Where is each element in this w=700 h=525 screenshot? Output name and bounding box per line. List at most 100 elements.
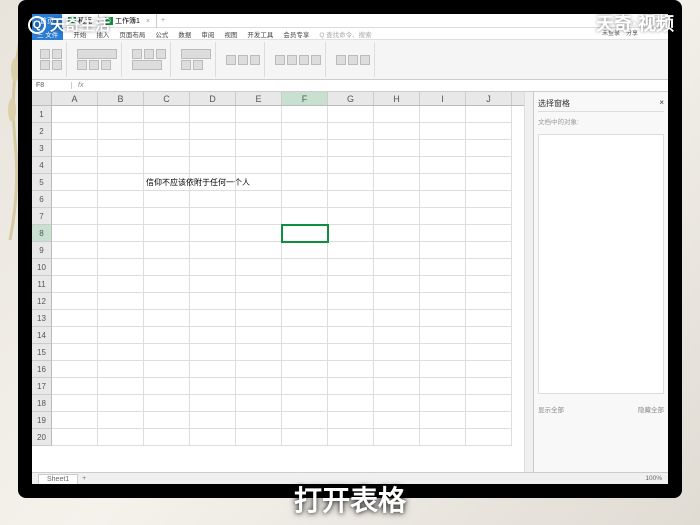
cell-E2[interactable] bbox=[236, 123, 282, 140]
cell-A6[interactable] bbox=[52, 191, 98, 208]
cell-I5[interactable] bbox=[420, 174, 466, 191]
cell-C19[interactable] bbox=[144, 412, 190, 429]
cell-D15[interactable] bbox=[190, 344, 236, 361]
ribbon-cond[interactable] bbox=[226, 55, 236, 65]
panel-hide-all[interactable]: 隐藏全部 bbox=[638, 404, 664, 414]
cell-J2[interactable] bbox=[466, 123, 512, 140]
cell-H14[interactable] bbox=[374, 327, 420, 344]
cell-I9[interactable] bbox=[420, 242, 466, 259]
cell-B20[interactable] bbox=[98, 429, 144, 446]
row-header-9[interactable]: 9 bbox=[32, 242, 52, 259]
cell-G12[interactable] bbox=[328, 293, 374, 310]
row-header-2[interactable]: 2 bbox=[32, 123, 52, 140]
cell-B10[interactable] bbox=[98, 259, 144, 276]
row-header-15[interactable]: 15 bbox=[32, 344, 52, 361]
cell-F2[interactable] bbox=[282, 123, 328, 140]
cell-A8[interactable] bbox=[52, 225, 98, 242]
cell-A18[interactable] bbox=[52, 395, 98, 412]
cell-F5[interactable] bbox=[282, 174, 328, 191]
row-header-10[interactable]: 10 bbox=[32, 259, 52, 276]
cell-J1[interactable] bbox=[466, 106, 512, 123]
cell-H7[interactable] bbox=[374, 208, 420, 225]
cell-C20[interactable] bbox=[144, 429, 190, 446]
cell-I7[interactable] bbox=[420, 208, 466, 225]
cell-G1[interactable] bbox=[328, 106, 374, 123]
cell-I8[interactable] bbox=[420, 225, 466, 242]
cell-H11[interactable] bbox=[374, 276, 420, 293]
row-header-19[interactable]: 19 bbox=[32, 412, 52, 429]
cell-H1[interactable] bbox=[374, 106, 420, 123]
cell-E16[interactable] bbox=[236, 361, 282, 378]
cell-J8[interactable] bbox=[466, 225, 512, 242]
cell-I11[interactable] bbox=[420, 276, 466, 293]
panel-close-icon[interactable]: × bbox=[659, 98, 664, 109]
cell-F4[interactable] bbox=[282, 157, 328, 174]
cell-H16[interactable] bbox=[374, 361, 420, 378]
cell-E3[interactable] bbox=[236, 140, 282, 157]
col-header-H[interactable]: H bbox=[374, 92, 420, 105]
cell-B16[interactable] bbox=[98, 361, 144, 378]
cell-J19[interactable] bbox=[466, 412, 512, 429]
cell-F19[interactable] bbox=[282, 412, 328, 429]
cell-F18[interactable] bbox=[282, 395, 328, 412]
row-header-18[interactable]: 18 bbox=[32, 395, 52, 412]
cell-B4[interactable] bbox=[98, 157, 144, 174]
cell-A15[interactable] bbox=[52, 344, 98, 361]
cell-B2[interactable] bbox=[98, 123, 144, 140]
ribbon-align-r[interactable] bbox=[156, 49, 166, 59]
cell-H2[interactable] bbox=[374, 123, 420, 140]
cell-I16[interactable] bbox=[420, 361, 466, 378]
cell-A4[interactable] bbox=[52, 157, 98, 174]
cell-G17[interactable] bbox=[328, 378, 374, 395]
row-header-11[interactable]: 11 bbox=[32, 276, 52, 293]
cell-E9[interactable] bbox=[236, 242, 282, 259]
cell-F20[interactable] bbox=[282, 429, 328, 446]
cell-F12[interactable] bbox=[282, 293, 328, 310]
select-all-corner[interactable] bbox=[32, 92, 52, 105]
cell-A3[interactable] bbox=[52, 140, 98, 157]
cell-F13[interactable] bbox=[282, 310, 328, 327]
ribbon-table[interactable] bbox=[238, 55, 248, 65]
tab-close-icon[interactable]: × bbox=[146, 18, 150, 25]
cell-A2[interactable] bbox=[52, 123, 98, 140]
ribbon-filter[interactable] bbox=[299, 55, 309, 65]
cell-D16[interactable] bbox=[190, 361, 236, 378]
cell-C1[interactable] bbox=[144, 106, 190, 123]
cell-G10[interactable] bbox=[328, 259, 374, 276]
cell-A1[interactable] bbox=[52, 106, 98, 123]
cell-G16[interactable] bbox=[328, 361, 374, 378]
menu-review[interactable]: 审阅 bbox=[201, 29, 214, 39]
panel-show-all[interactable]: 显示全部 bbox=[538, 404, 564, 414]
ribbon-cut[interactable] bbox=[52, 49, 62, 59]
cell-G9[interactable] bbox=[328, 242, 374, 259]
cell-B15[interactable] bbox=[98, 344, 144, 361]
cell-D1[interactable] bbox=[190, 106, 236, 123]
cell-F14[interactable] bbox=[282, 327, 328, 344]
cell-E7[interactable] bbox=[236, 208, 282, 225]
cell-I19[interactable] bbox=[420, 412, 466, 429]
cell-I13[interactable] bbox=[420, 310, 466, 327]
cell-A19[interactable] bbox=[52, 412, 98, 429]
cell-I3[interactable] bbox=[420, 140, 466, 157]
cell-D17[interactable] bbox=[190, 378, 236, 395]
cell-J10[interactable] bbox=[466, 259, 512, 276]
cell-B6[interactable] bbox=[98, 191, 144, 208]
ribbon-find[interactable] bbox=[311, 55, 321, 65]
ribbon-row-col[interactable] bbox=[336, 55, 346, 65]
cell-E8[interactable] bbox=[236, 225, 282, 242]
cell-D13[interactable] bbox=[190, 310, 236, 327]
menu-dev[interactable]: 开发工具 bbox=[247, 29, 273, 39]
cell-G5[interactable] bbox=[328, 174, 374, 191]
ribbon-underline[interactable] bbox=[101, 60, 111, 70]
cell-F6[interactable] bbox=[282, 191, 328, 208]
menu-layout[interactable]: 页面布局 bbox=[119, 29, 145, 39]
cell-F3[interactable] bbox=[282, 140, 328, 157]
cell-G6[interactable] bbox=[328, 191, 374, 208]
cell-D4[interactable] bbox=[190, 157, 236, 174]
cell-H3[interactable] bbox=[374, 140, 420, 157]
ribbon-number[interactable] bbox=[181, 49, 211, 59]
cell-C11[interactable] bbox=[144, 276, 190, 293]
cell-D19[interactable] bbox=[190, 412, 236, 429]
col-header-J[interactable]: J bbox=[466, 92, 512, 105]
cell-E15[interactable] bbox=[236, 344, 282, 361]
